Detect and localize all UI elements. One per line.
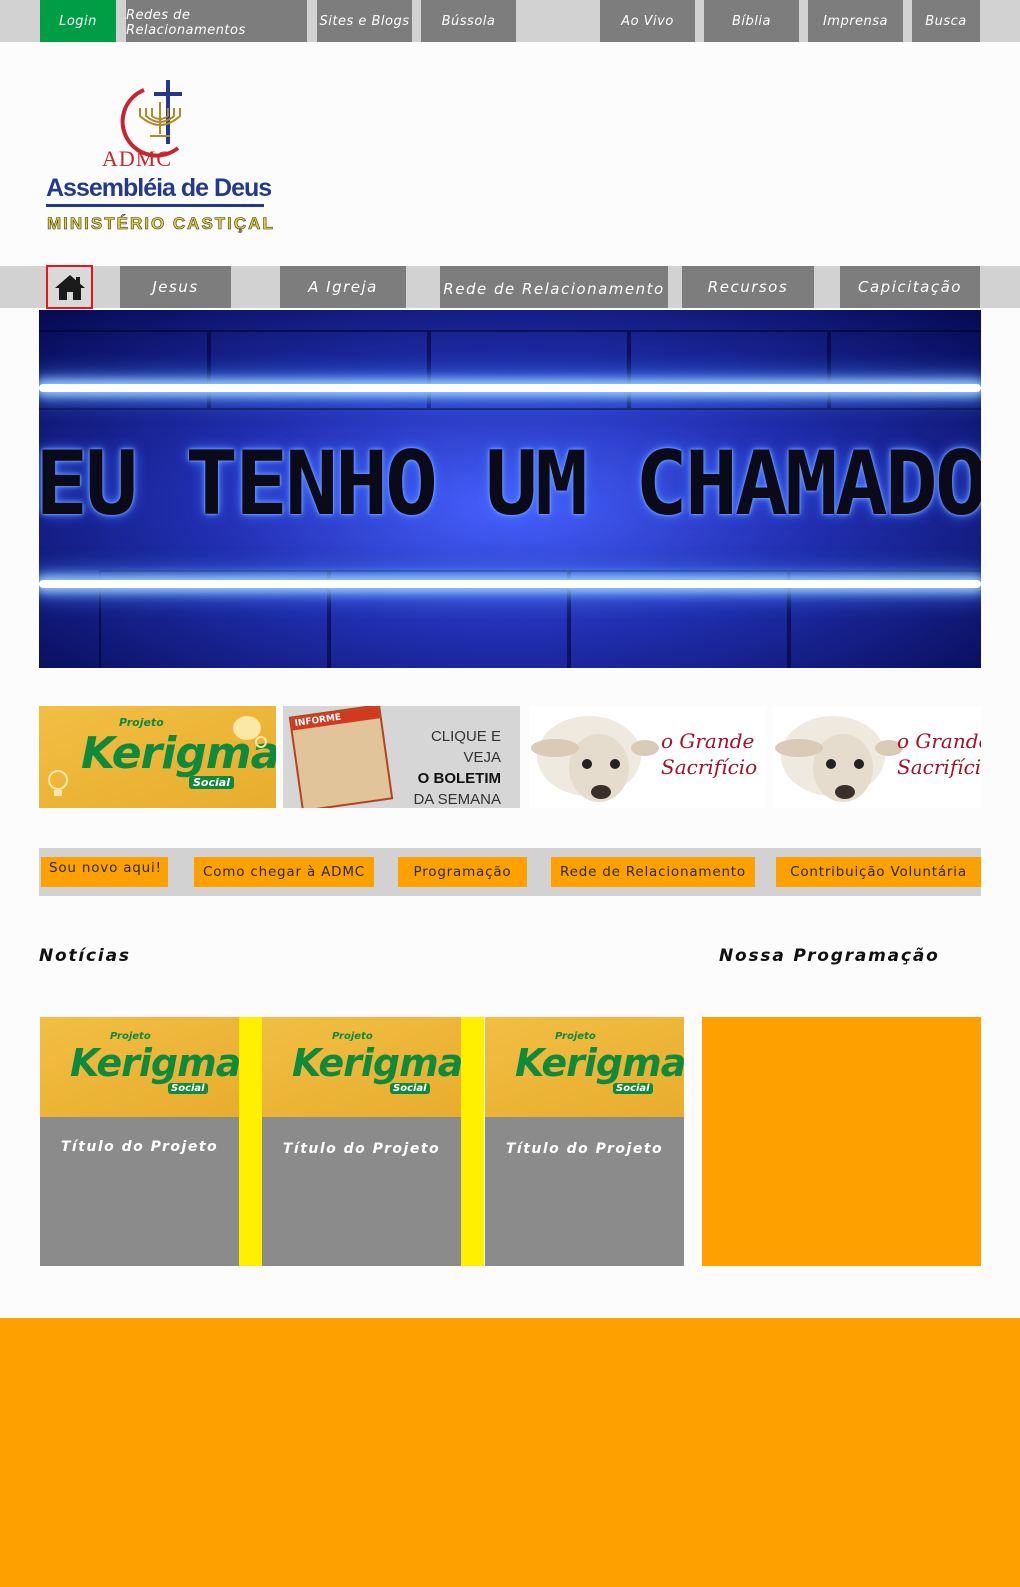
- boletim-paper-icon: INFORME: [288, 706, 394, 808]
- sacrificio-text-1: o Grande Sacrifício: [661, 728, 757, 780]
- nav-rede-label: Rede de Relacionamento: [443, 280, 665, 298]
- kerigma-social-label: Social: [189, 776, 234, 789]
- kerigma-title: Kerigma: [70, 1041, 239, 1085]
- top-menu-ao-vivo[interactable]: Ao Vivo: [600, 0, 695, 42]
- login-label: Login: [59, 13, 97, 29]
- login-button[interactable]: Login: [40, 0, 116, 42]
- news-card-title: Título do Projeto: [60, 1139, 219, 1155]
- nav-jesus-label: Jesus: [152, 278, 199, 296]
- tile-grande-sacrificio-1[interactable]: o Grande Sacrifício: [529, 706, 766, 808]
- banner-brick: [429, 330, 629, 410]
- sheep-icon: [775, 716, 903, 802]
- kerigma-artwork: Projeto Kerigma Social: [485, 1017, 684, 1117]
- kerigma-title: Kerigma: [515, 1041, 684, 1085]
- nav-recursos-label: Recursos: [707, 278, 789, 296]
- nav-capacitacao-label: Capicitação: [858, 278, 962, 296]
- banner-title: EU TENHO UM CHAMADO: [39, 431, 981, 535]
- kerigma-artwork: Projeto Kerigma Social: [40, 1017, 239, 1117]
- top-menu-ao-vivo-label: Ao Vivo: [621, 13, 674, 29]
- kerigma-title: Kerigma: [292, 1041, 461, 1085]
- top-menu-biblia[interactable]: Bíblia: [704, 0, 799, 42]
- section-title-programacao: Nossa Programação: [719, 946, 940, 966]
- top-menu-bussola-label: Bússola: [441, 13, 496, 29]
- logo-divider: [46, 204, 264, 207]
- site-logo[interactable]: ADMC Assembléia de Deus MINISTÉRIO CASTI…: [44, 78, 275, 246]
- nav-capacitacao[interactable]: Capicitação: [840, 266, 980, 308]
- boletim-line-1: CLIQUE E VEJA: [430, 728, 501, 766]
- quick-link-como-chegar-label: Como chegar à ADMC: [202, 864, 366, 880]
- boletim-line-3: DA SEMANA: [413, 791, 501, 808]
- sacrificio-line-2: Sacrifício: [897, 755, 981, 779]
- news-card-title: Título do Projeto: [282, 1141, 441, 1157]
- top-menu-sites-blogs[interactable]: Sites e Blogs: [317, 0, 412, 42]
- kerigma-social-label: Social: [168, 1083, 208, 1094]
- quick-link-rede[interactable]: Rede de Relacionamento: [551, 857, 755, 887]
- quick-link-programacao-label: Programação: [413, 864, 512, 880]
- sacrificio-line-2: Sacrifício: [661, 755, 758, 779]
- quick-link-contribuicao-label: Contribuição Voluntária: [790, 864, 967, 880]
- news-card-separator: [239, 1017, 262, 1266]
- banner-brick: [209, 330, 429, 410]
- quick-link-novo-label: Sou novo aqui!: [49, 860, 162, 876]
- top-menu-redes-label: Redes de Relacionamentos: [126, 8, 246, 38]
- top-menu-biblia-label: Bíblia: [732, 13, 771, 29]
- top-menu-busca-label: Busca: [925, 13, 967, 29]
- sacrificio-line-1: o Grande: [897, 729, 981, 753]
- logo-name: Assembléia de Deus: [46, 174, 272, 202]
- sacrificio-line-1: o Grande: [661, 729, 755, 753]
- tile-kerigma[interactable]: Projeto Kerigma Social: [39, 706, 276, 808]
- home-icon: [54, 275, 85, 300]
- footer: [0, 1318, 1020, 1587]
- quick-link-rede-label: Rede de Relacionamento: [560, 864, 746, 880]
- top-menu-sites-label: Sites e Blogs: [319, 13, 410, 29]
- banner-brick: [39, 330, 209, 410]
- sacrificio-text-2: o Grande Sacrifício: [897, 728, 981, 780]
- news-card[interactable]: Projeto Kerigma Social Título do Projeto: [485, 1017, 684, 1266]
- news-card-image: Projeto Kerigma Social: [40, 1017, 239, 1117]
- hero-banner[interactable]: EU TENHO UM CHAMADO: [39, 310, 981, 668]
- top-menu-imprensa-label: Imprensa: [822, 13, 889, 29]
- top-menu-imprensa[interactable]: Imprensa: [808, 0, 903, 42]
- quick-link-programacao[interactable]: Programação: [398, 857, 527, 887]
- news-card-image: Projeto Kerigma Social: [262, 1017, 461, 1117]
- kerigma-artwork: Projeto Kerigma Social: [39, 706, 276, 808]
- kerigma-social-label: Social: [390, 1083, 430, 1094]
- nav-recursos[interactable]: Recursos: [682, 266, 814, 308]
- nav-jesus[interactable]: Jesus: [120, 266, 231, 308]
- top-menu-bussola[interactable]: Bússola: [421, 0, 516, 42]
- logo-ministry: MINISTÉRIO CASTIÇAL: [47, 214, 275, 234]
- logo-acronym: ADMC: [102, 146, 173, 171]
- programacao-panel: [702, 1017, 981, 1266]
- home-button[interactable]: [46, 265, 93, 309]
- quick-link-como-chegar[interactable]: Como chegar à ADMC: [194, 857, 374, 887]
- lightbulb-icon: [48, 770, 68, 796]
- nav-rede-relacionamento[interactable]: Rede de Relacionamento: [440, 266, 668, 308]
- banner-neon-line-top: [39, 384, 981, 392]
- boletim-line-2: O BOLETIM: [417, 770, 501, 787]
- banner-brick: [629, 330, 829, 410]
- boletim-informe-label: INFORME: [291, 706, 380, 731]
- sheep-icon: [531, 716, 659, 802]
- kerigma-artwork: Projeto Kerigma Social: [262, 1017, 461, 1117]
- banner-brick: [829, 330, 981, 410]
- nav-igreja-label: A Igreja: [308, 278, 378, 296]
- nav-igreja[interactable]: A Igreja: [280, 266, 406, 308]
- news-card-separator: [461, 1017, 484, 1266]
- news-card[interactable]: Projeto Kerigma Social Título do Projeto: [40, 1017, 239, 1266]
- top-menu-busca[interactable]: Busca: [912, 0, 980, 42]
- quick-link-contribuicao[interactable]: Contribuição Voluntária: [776, 857, 981, 887]
- news-card-image: Projeto Kerigma Social: [485, 1017, 684, 1117]
- tile-boletim[interactable]: INFORME CLIQUE E VEJA O BOLETIM DA SEMAN…: [283, 706, 520, 808]
- kerigma-social-label: Social: [613, 1083, 653, 1094]
- banner-neon-line-bottom: [39, 580, 981, 588]
- tile-grande-sacrificio-2[interactable]: o Grande Sacrifício: [773, 706, 981, 808]
- palette-icon: [233, 716, 267, 748]
- news-card-title: Título do Projeto: [505, 1141, 664, 1157]
- top-menu-redes[interactable]: Redes de Relacionamentos: [126, 0, 307, 42]
- quick-link-novo[interactable]: Sou novo aqui!: [41, 857, 168, 887]
- news-card[interactable]: Projeto Kerigma Social Título do Projeto: [262, 1017, 461, 1266]
- section-title-noticias: Notícias: [39, 946, 131, 966]
